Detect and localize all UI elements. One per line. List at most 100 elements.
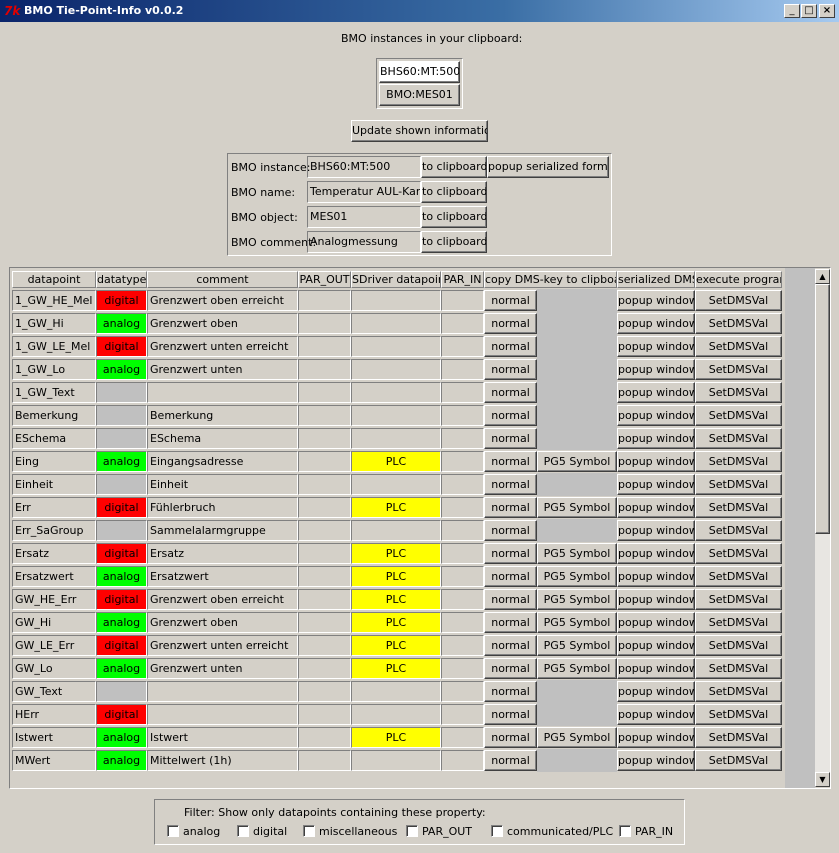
popup-window-button[interactable]: popup window bbox=[617, 474, 695, 495]
set-dms-val-button[interactable]: SetDMSVal bbox=[695, 313, 782, 334]
popup-window-button[interactable]: popup window bbox=[617, 612, 695, 633]
set-dms-val-button[interactable]: SetDMSVal bbox=[695, 405, 782, 426]
popup-window-button[interactable]: popup window bbox=[617, 704, 695, 725]
object-to-clipboard-button[interactable]: to clipboard bbox=[421, 206, 487, 228]
copy-normal-button[interactable]: normal bbox=[484, 336, 537, 357]
copy-pg5-symbol-button[interactable]: PG5 Symbol bbox=[537, 566, 617, 587]
popup-window-button[interactable]: popup window bbox=[617, 359, 695, 380]
maximize-button[interactable]: □ bbox=[801, 4, 817, 18]
copy-normal-button[interactable]: normal bbox=[484, 658, 537, 679]
set-dms-val-button[interactable]: SetDMSVal bbox=[695, 704, 782, 725]
copy-pg5-symbol-button[interactable]: PG5 Symbol bbox=[537, 451, 617, 472]
set-dms-val-button[interactable]: SetDMSVal bbox=[695, 359, 782, 380]
copy-pg5-symbol-button[interactable]: PG5 Symbol bbox=[537, 497, 617, 518]
popup-window-button[interactable]: popup window bbox=[617, 589, 695, 610]
set-dms-val-button[interactable]: SetDMSVal bbox=[695, 727, 782, 748]
copy-normal-button[interactable]: normal bbox=[484, 382, 537, 403]
popup-window-button[interactable]: popup window bbox=[617, 336, 695, 357]
copy-normal-button[interactable]: normal bbox=[484, 635, 537, 656]
set-dms-val-button[interactable]: SetDMSVal bbox=[695, 451, 782, 472]
popup-window-button[interactable]: popup window bbox=[617, 566, 695, 587]
set-dms-val-button[interactable]: SetDMSVal bbox=[695, 750, 782, 771]
instance-field[interactable]: BHS60:MT:500 bbox=[307, 156, 421, 178]
popup-window-button[interactable]: popup window bbox=[617, 382, 695, 403]
name-to-clipboard-button[interactable]: to clipboard bbox=[421, 181, 487, 203]
clipboard-instance-0[interactable]: BHS60:MT:500 bbox=[379, 61, 460, 83]
copy-normal-button[interactable]: normal bbox=[484, 359, 537, 380]
set-dms-val-button[interactable]: SetDMSVal bbox=[695, 635, 782, 656]
copy-normal-button[interactable]: normal bbox=[484, 428, 537, 449]
minimize-button[interactable]: _ bbox=[784, 4, 800, 18]
popup-window-button[interactable]: popup window bbox=[617, 543, 695, 564]
set-dms-val-button[interactable]: SetDMSVal bbox=[695, 428, 782, 449]
filter-checkbox-par-out[interactable] bbox=[406, 825, 418, 837]
copy-normal-button[interactable]: normal bbox=[484, 313, 537, 334]
scroll-down-icon[interactable]: ▼ bbox=[815, 772, 830, 787]
set-dms-val-button[interactable]: SetDMSVal bbox=[695, 612, 782, 633]
set-dms-val-button[interactable]: SetDMSVal bbox=[695, 290, 782, 311]
copy-pg5-symbol-button[interactable]: PG5 Symbol bbox=[537, 635, 617, 656]
scroll-up-icon[interactable]: ▲ bbox=[815, 269, 830, 284]
popup-serialized-button[interactable]: popup serialized format bbox=[487, 156, 609, 178]
update-button[interactable]: Update shown information bbox=[351, 120, 488, 142]
filter-checkbox-communicated-plc[interactable] bbox=[491, 825, 503, 837]
copy-normal-button[interactable]: normal bbox=[484, 543, 537, 564]
popup-window-button[interactable]: popup window bbox=[617, 681, 695, 702]
column-header-sdriver-datapoint: SDriver datapoint bbox=[351, 271, 441, 288]
copy-normal-button[interactable]: normal bbox=[484, 681, 537, 702]
name-field[interactable]: Temperatur AUL-Kanal bbox=[307, 181, 421, 203]
copy-normal-button[interactable]: normal bbox=[484, 704, 537, 725]
copy-pg5-symbol-button[interactable]: PG5 Symbol bbox=[537, 612, 617, 633]
copy-pg5-symbol-button[interactable]: PG5 Symbol bbox=[537, 658, 617, 679]
filter-checkbox-miscellaneous[interactable] bbox=[303, 825, 315, 837]
copy-pg5-symbol-button[interactable]: PG5 Symbol bbox=[537, 589, 617, 610]
popup-window-button[interactable]: popup window bbox=[617, 750, 695, 771]
set-dms-val-button[interactable]: SetDMSVal bbox=[695, 497, 782, 518]
set-dms-val-button[interactable]: SetDMSVal bbox=[695, 543, 782, 564]
filter-checkbox-analog[interactable] bbox=[167, 825, 179, 837]
clipboard-instance-1[interactable]: BMO:MES01 bbox=[379, 84, 460, 106]
copy-normal-button[interactable]: normal bbox=[484, 612, 537, 633]
popup-window-button[interactable]: popup window bbox=[617, 451, 695, 472]
set-dms-val-button[interactable]: SetDMSVal bbox=[695, 566, 782, 587]
set-dms-val-button[interactable]: SetDMSVal bbox=[695, 520, 782, 541]
par-in-cell bbox=[441, 704, 484, 725]
set-dms-val-button[interactable]: SetDMSVal bbox=[695, 658, 782, 679]
copy-normal-button[interactable]: normal bbox=[484, 520, 537, 541]
filter-checkbox-par-in[interactable] bbox=[619, 825, 631, 837]
popup-window-button[interactable]: popup window bbox=[617, 635, 695, 656]
filter-checkbox-digital[interactable] bbox=[237, 825, 249, 837]
copy-normal-button[interactable]: normal bbox=[484, 451, 537, 472]
copy-pg5-symbol-button[interactable]: PG5 Symbol bbox=[537, 543, 617, 564]
comment-to-clipboard-button[interactable]: to clipboard bbox=[421, 231, 487, 253]
comment-field[interactable]: Analogmessung bbox=[307, 231, 421, 253]
copy-normal-button[interactable]: normal bbox=[484, 566, 537, 587]
copy-normal-button[interactable]: normal bbox=[484, 290, 537, 311]
scrollbar-thumb[interactable] bbox=[815, 284, 830, 534]
set-dms-val-button[interactable]: SetDMSVal bbox=[695, 681, 782, 702]
popup-window-button[interactable]: popup window bbox=[617, 313, 695, 334]
popup-window-button[interactable]: popup window bbox=[617, 727, 695, 748]
par-out-cell bbox=[298, 658, 351, 679]
popup-window-button[interactable]: popup window bbox=[617, 405, 695, 426]
set-dms-val-button[interactable]: SetDMSVal bbox=[695, 589, 782, 610]
set-dms-val-button[interactable]: SetDMSVal bbox=[695, 474, 782, 495]
instance-to-clipboard-button[interactable]: to clipboard bbox=[421, 156, 487, 178]
copy-normal-button[interactable]: normal bbox=[484, 405, 537, 426]
popup-window-button[interactable]: popup window bbox=[617, 497, 695, 518]
object-field[interactable]: MES01 bbox=[307, 206, 421, 228]
copy-normal-button[interactable]: normal bbox=[484, 497, 537, 518]
popup-window-button[interactable]: popup window bbox=[617, 658, 695, 679]
copy-pg5-symbol-button[interactable]: PG5 Symbol bbox=[537, 727, 617, 748]
copy-normal-button[interactable]: normal bbox=[484, 589, 537, 610]
popup-window-button[interactable]: popup window bbox=[617, 428, 695, 449]
popup-window-button[interactable]: popup window bbox=[617, 290, 695, 311]
set-dms-val-button[interactable]: SetDMSVal bbox=[695, 336, 782, 357]
copy-normal-button[interactable]: normal bbox=[484, 750, 537, 771]
copy-normal-button[interactable]: normal bbox=[484, 727, 537, 748]
popup-window-button[interactable]: popup window bbox=[617, 520, 695, 541]
copy-normal-button[interactable]: normal bbox=[484, 474, 537, 495]
close-button[interactable]: × bbox=[819, 4, 835, 18]
title-bar: 7k BMO Tie-Point-Info v0.0.2 _ □ × bbox=[0, 0, 839, 22]
set-dms-val-button[interactable]: SetDMSVal bbox=[695, 382, 782, 403]
